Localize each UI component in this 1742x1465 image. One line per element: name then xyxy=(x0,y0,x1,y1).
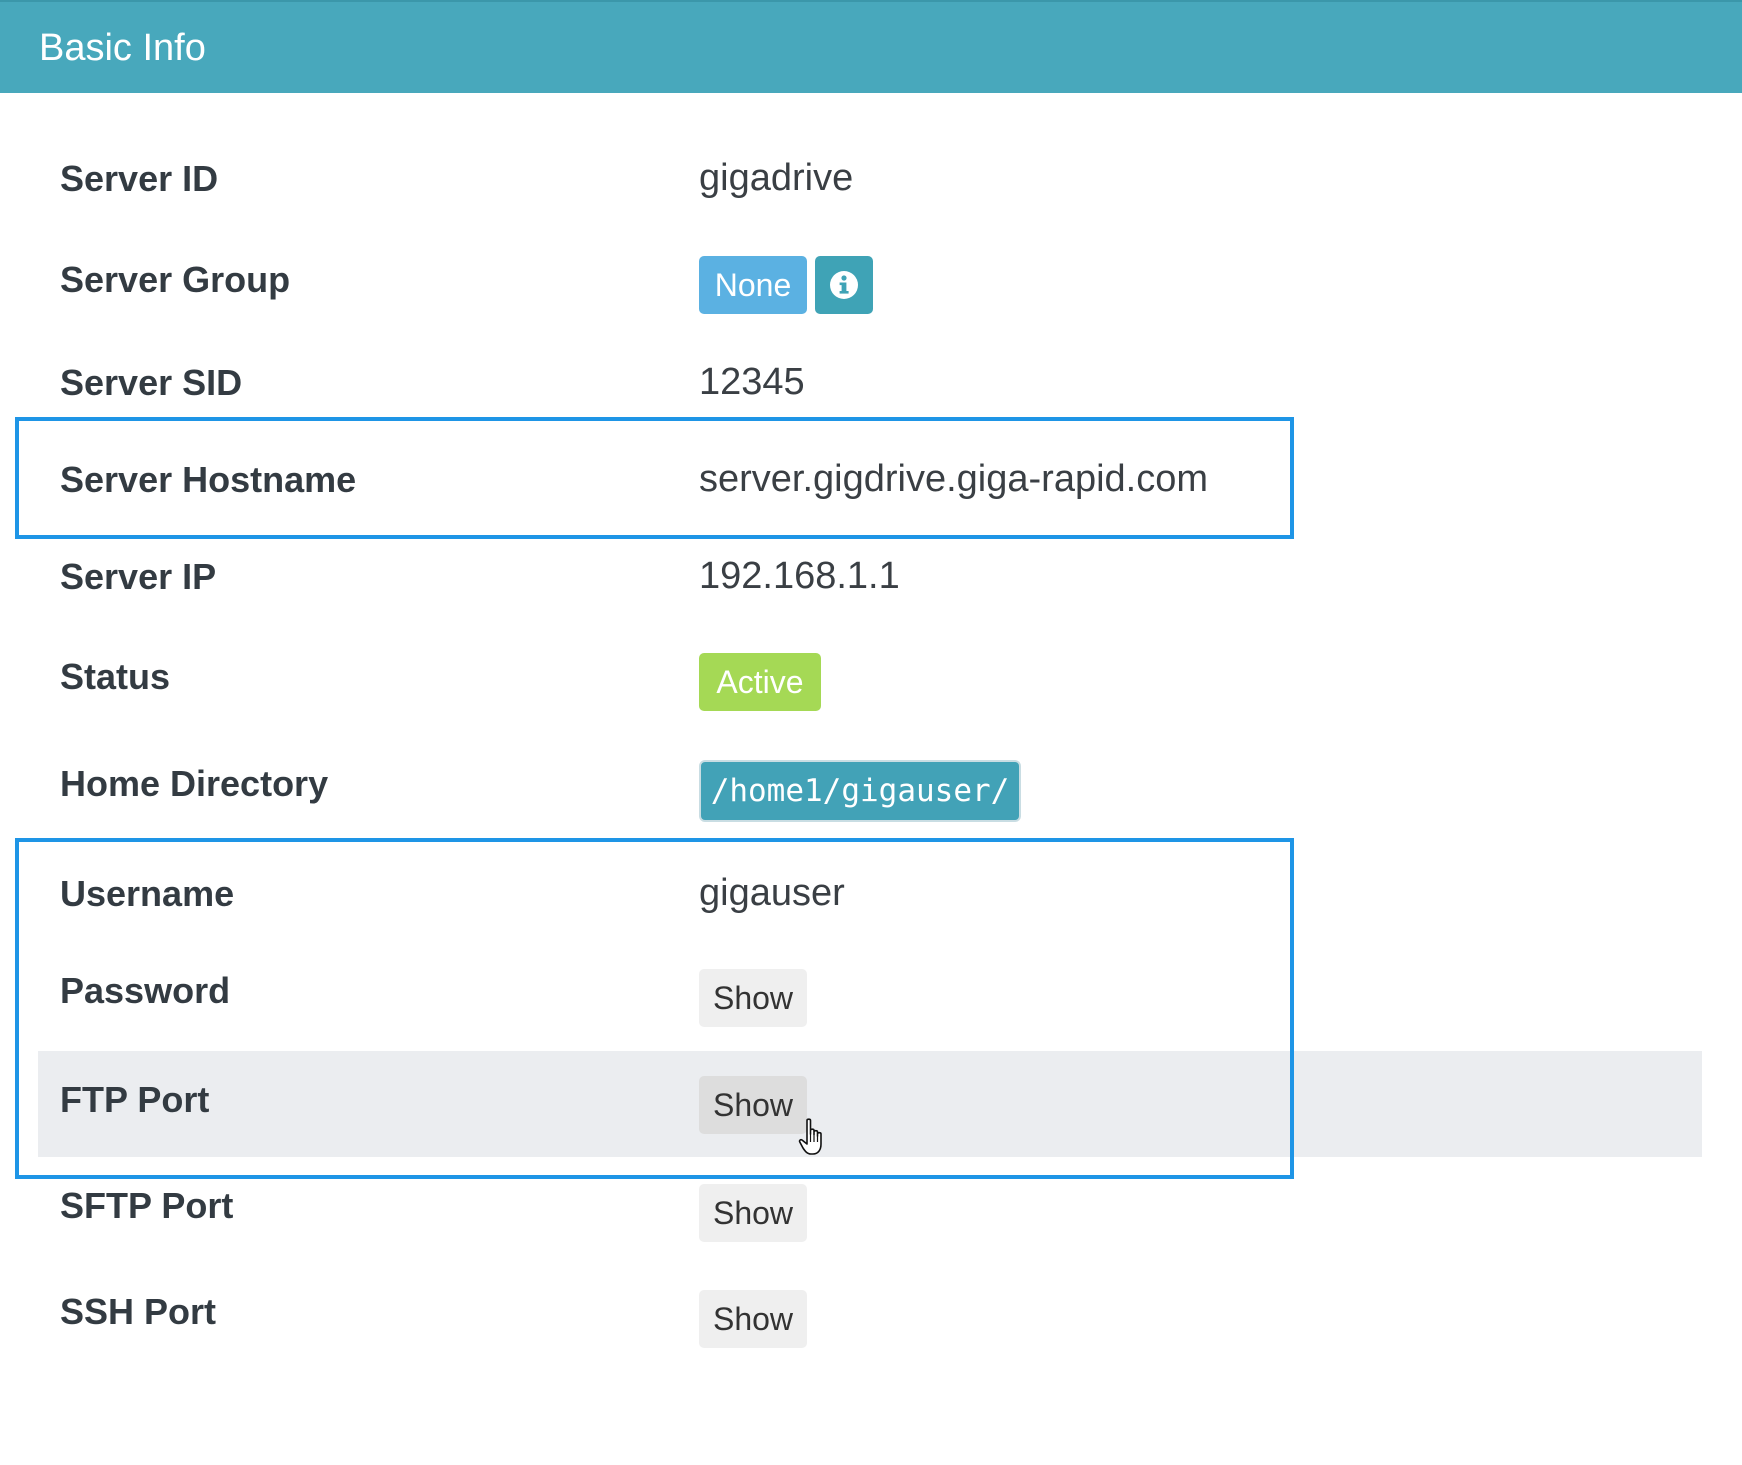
sftp-port-label: SFTP Port xyxy=(60,1185,234,1226)
row-status: Status Active xyxy=(38,626,1702,732)
server-hostname-label: Server Hostname xyxy=(60,459,357,500)
password-label: Password xyxy=(60,970,231,1011)
row-server-ip: Server IP 192.168.1.1 xyxy=(38,528,1702,634)
show-ftp-port-button[interactable]: Show xyxy=(699,1076,807,1134)
server-id-label: Server ID xyxy=(60,158,219,199)
server-sid-label: Server SID xyxy=(60,362,243,403)
status-label: Status xyxy=(60,656,171,697)
server-ip-label: Server IP xyxy=(60,556,217,597)
row-sftp-port: SFTP Port Show xyxy=(38,1157,1702,1263)
basic-info-panel: Basic Info Server ID gigadrive Server Gr… xyxy=(0,0,1742,1465)
row-ssh-port: SSH Port Show xyxy=(38,1263,1702,1369)
status-badge: Active xyxy=(699,653,821,711)
show-ssh-port-button[interactable]: Show xyxy=(699,1290,807,1348)
row-server-sid: Server SID 12345 xyxy=(38,334,1702,440)
server-hostname-value: server.gigdrive.giga-rapid.com xyxy=(699,458,1209,500)
server-ip-value: 192.168.1.1 xyxy=(699,555,900,597)
panel-heading: Basic Info xyxy=(0,0,1742,93)
show-sftp-port-button[interactable]: Show xyxy=(699,1184,807,1242)
row-home-directory: Home Directory /home1/gigauser/ xyxy=(38,733,1702,839)
ssh-port-label: SSH Port xyxy=(60,1291,217,1332)
row-server-group: Server Group None xyxy=(38,229,1702,335)
hand-cursor-icon xyxy=(798,1118,822,1155)
panel-title: Basic Info xyxy=(39,27,206,69)
username-label: Username xyxy=(60,873,235,914)
ftp-port-label: FTP Port xyxy=(60,1079,210,1120)
username-value: gigauser xyxy=(699,872,845,914)
server-group-label: Server Group xyxy=(60,259,291,300)
row-password: Password Show xyxy=(38,942,1702,1048)
home-directory-label: Home Directory xyxy=(60,763,329,804)
show-password-button[interactable]: Show xyxy=(699,969,807,1027)
row-server-hostname: Server Hostname server.gigdrive.giga-rap… xyxy=(38,431,1702,537)
server-sid-value: 12345 xyxy=(699,361,805,403)
server-id-value: gigadrive xyxy=(699,157,854,199)
server-group-badge[interactable]: None xyxy=(699,256,807,314)
info-circle-icon[interactable] xyxy=(815,256,873,314)
row-server-id: Server ID gigadrive xyxy=(38,130,1702,236)
home-directory-value: /home1/gigauser/ xyxy=(699,760,1021,822)
row-ftp-port: FTP Port Show xyxy=(38,1051,1702,1157)
row-username: Username gigauser xyxy=(38,845,1702,951)
